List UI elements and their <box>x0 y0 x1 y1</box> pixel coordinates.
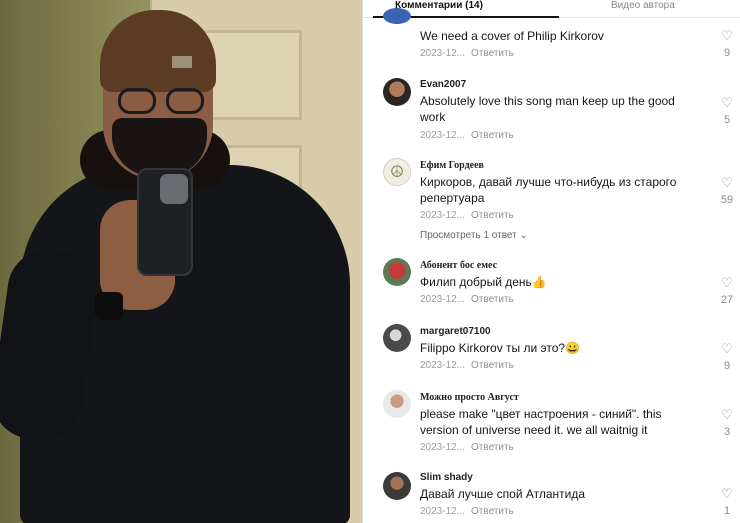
like-button[interactable]: ♡ 1 <box>717 487 737 518</box>
comment-author[interactable]: Ефим Гордеев <box>420 160 484 172</box>
like-count: 9 <box>723 360 731 372</box>
comment-date: 2023-12... <box>420 442 466 453</box>
comment-author[interactable]: Можно просто Август <box>420 392 519 404</box>
reply-button[interactable]: Ответить <box>471 210 514 221</box>
comment-text: We need a cover of Philip Kirkorov <box>420 29 604 43</box>
heart-outline-icon: ♡ <box>721 175 733 190</box>
reply-button[interactable]: Ответить <box>471 130 514 141</box>
comment-date: 2023-12... <box>420 48 466 59</box>
like-button[interactable]: ♡ 59 <box>717 176 737 207</box>
like-count: 59 <box>720 194 734 206</box>
like-count: 9 <box>723 47 731 59</box>
like-count: 1 <box>723 505 731 517</box>
heart-outline-icon: ♡ <box>721 95 733 110</box>
comment-author[interactable]: Evan2007 <box>420 79 466 91</box>
heart-outline-icon: ♡ <box>721 486 733 501</box>
comment-date: 2023-12... <box>420 506 466 517</box>
like-button[interactable]: ♡ 27 <box>717 276 737 307</box>
like-count: 3 <box>723 426 731 438</box>
like-count: 27 <box>720 294 734 306</box>
avatar[interactable] <box>383 258 411 286</box>
beanie-label <box>172 56 192 68</box>
comments-panel: Комментарии (14) Видео автора We need a … <box>362 0 740 523</box>
comment-meta: 2023-12... Ответить <box>420 442 514 454</box>
comment-author[interactable]: margaret07100 <box>420 326 491 338</box>
comment-text: Давай лучше спой Атлантида <box>420 487 585 501</box>
comment-meta: 2023-12... Ответить <box>420 48 514 60</box>
peace-sign-avatar[interactable]: ☮ <box>383 158 411 186</box>
comment-text: Филип добрый день👍 <box>420 275 547 289</box>
comment-text: Absolutely love this song man keep up th… <box>420 94 675 124</box>
like-button[interactable]: ♡ 3 <box>717 408 737 439</box>
heart-outline-icon: ♡ <box>721 341 733 356</box>
avatar[interactable] <box>383 78 411 106</box>
comment-date: 2023-12... <box>420 210 466 221</box>
avatar[interactable] <box>383 472 411 500</box>
comment-meta: 2023-12... Ответить <box>420 506 514 518</box>
phone-camera-icon <box>160 174 188 204</box>
tab-bar: Комментарии (14) Видео автора <box>363 0 740 18</box>
reply-button[interactable]: Ответить <box>471 442 514 453</box>
wristwatch <box>95 292 123 320</box>
heart-outline-icon: ♡ <box>721 407 733 422</box>
comment-author[interactable]: Абонент бос емес <box>420 260 497 272</box>
like-button[interactable]: ♡ 9 <box>717 342 737 373</box>
avatar[interactable] <box>383 8 411 24</box>
mirror-selfie-photo <box>0 0 362 523</box>
comment-meta: 2023-12... Ответить <box>420 294 514 306</box>
heart-outline-icon: ♡ <box>721 275 733 290</box>
comment-text: please make "цвет настроения - синий". t… <box>420 407 662 437</box>
comment-text: Filippo Kirkorov ты ли это?😀 <box>420 341 581 355</box>
reply-button[interactable]: Ответить <box>471 360 514 371</box>
comment-text: Киркоров, давай лучше что-нибудь из стар… <box>420 175 677 205</box>
reply-button[interactable]: Ответить <box>471 506 514 517</box>
like-button[interactable]: ♡ 9 <box>717 29 737 60</box>
comment-meta: 2023-12... Ответить <box>420 360 514 372</box>
comment-date: 2023-12... <box>420 294 466 305</box>
comment-author[interactable]: Slim shady <box>420 472 473 484</box>
heart-outline-icon: ♡ <box>721 28 733 43</box>
like-count: 5 <box>723 114 731 126</box>
like-button[interactable]: ♡ 5 <box>717 96 737 127</box>
comment-date: 2023-12... <box>420 130 466 141</box>
comment-meta: 2023-12... Ответить <box>420 130 514 142</box>
avatar[interactable] <box>383 390 411 418</box>
tab-author-videos[interactable]: Видео автора <box>611 0 675 12</box>
avatar[interactable] <box>383 324 411 352</box>
comment-meta: 2023-12... Ответить <box>420 210 514 222</box>
comment-date: 2023-12... <box>420 360 466 371</box>
reply-button[interactable]: Ответить <box>471 48 514 59</box>
view-replies-button[interactable]: Просмотреть 1 ответ ⌄ <box>420 230 528 242</box>
reply-button[interactable]: Ответить <box>471 294 514 305</box>
glasses <box>118 88 204 114</box>
